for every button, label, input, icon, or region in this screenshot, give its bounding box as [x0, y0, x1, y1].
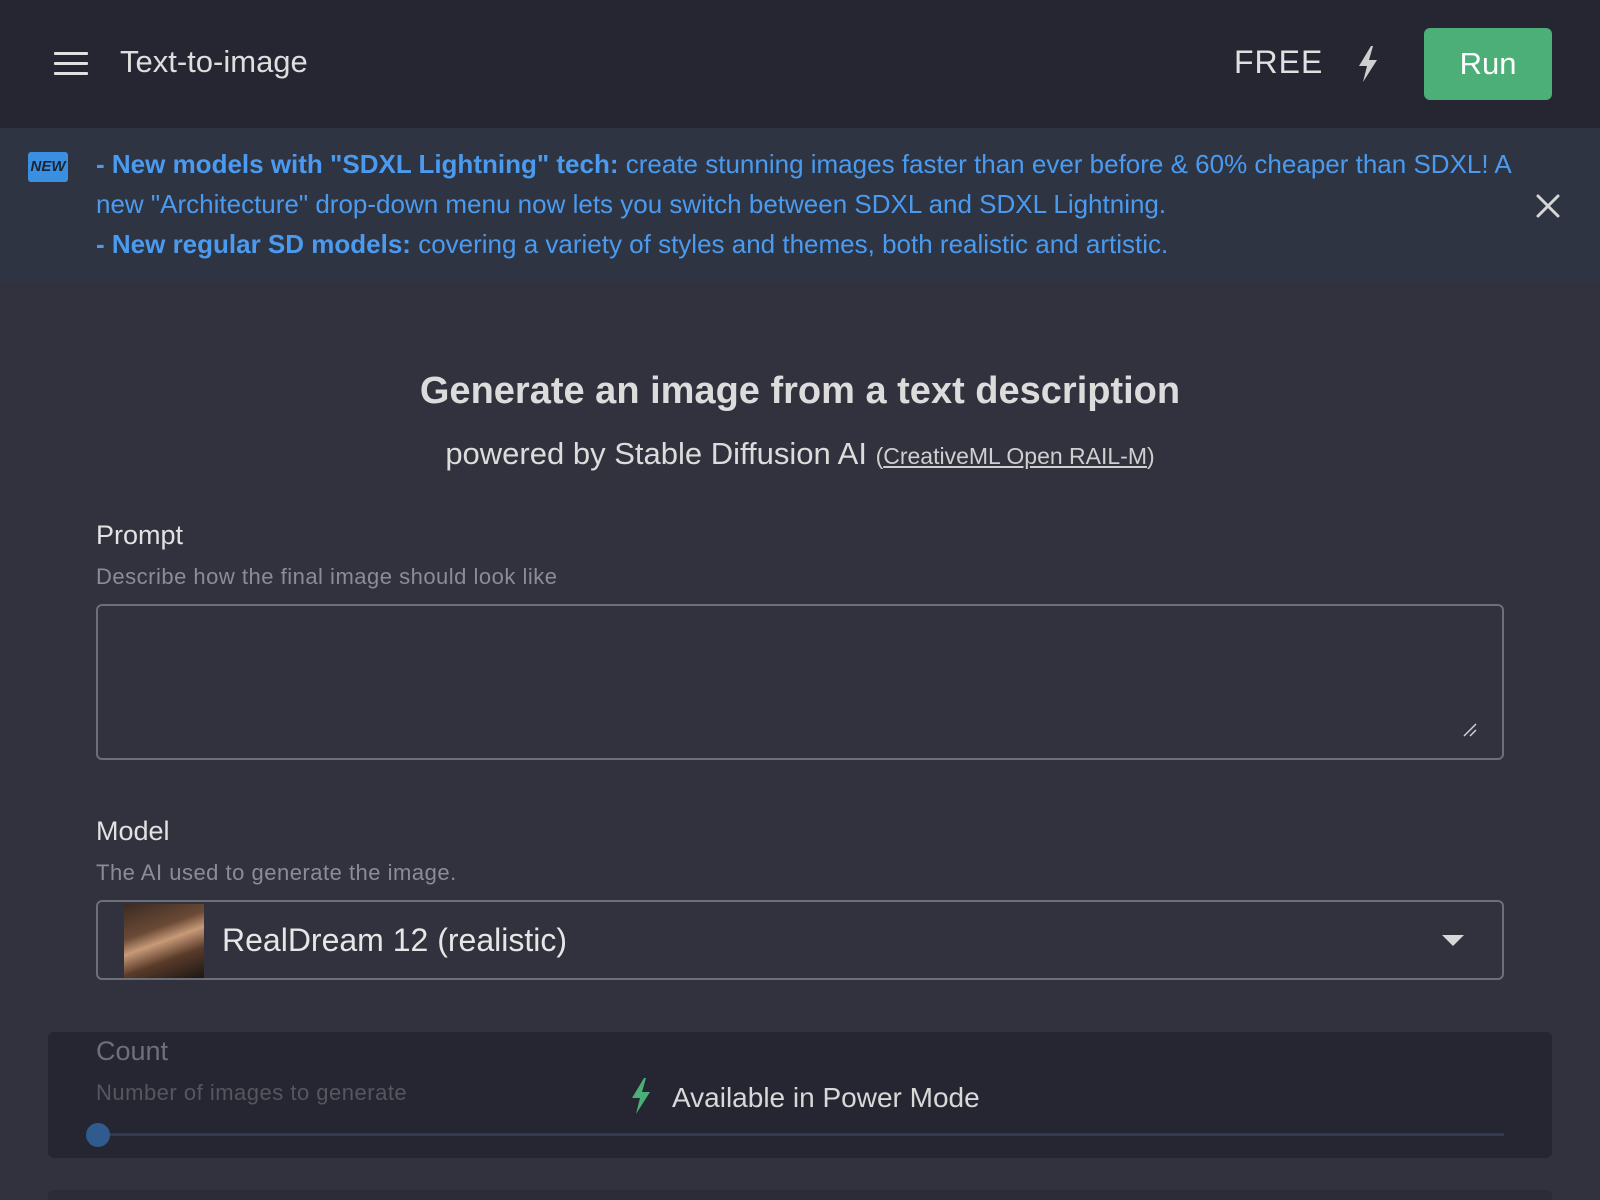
- subtitle-text: powered by Stable Diffusion AI: [445, 436, 867, 471]
- lightning-bolt-icon[interactable]: [1354, 44, 1382, 84]
- prompt-help: Describe how the final image should look…: [96, 564, 558, 589]
- announcement-line1-bold: - New models with "SDXL Lightning" tech:: [96, 149, 619, 179]
- license-close-paren: ): [1147, 443, 1155, 469]
- announcement-text: - New models with "SDXL Lightning" tech:…: [96, 144, 1516, 264]
- model-label: Model: [96, 816, 170, 846]
- license-link[interactable]: CreativeML Open RAIL-M: [883, 443, 1147, 469]
- close-icon[interactable]: [1532, 190, 1564, 222]
- power-mode-text: Available in Power Mode: [672, 1082, 980, 1113]
- power-bolt-icon: [628, 1076, 654, 1116]
- top-bar: Text-to-image FREE Run: [0, 0, 1600, 128]
- prompt-input[interactable]: [96, 604, 1504, 760]
- prompt-label: Prompt: [96, 520, 184, 550]
- app-title: Text-to-image: [120, 44, 308, 79]
- next-section-edge: [48, 1190, 1552, 1200]
- count-slider-handle[interactable]: [86, 1123, 110, 1147]
- new-badge: NEW: [28, 152, 68, 182]
- model-select[interactable]: RealDream 12 (realistic): [96, 900, 1504, 980]
- count-help: Number of images to generate: [96, 1080, 408, 1105]
- license-note: (CreativeML Open RAIL-M): [876, 443, 1155, 469]
- count-slider-track: [96, 1133, 1504, 1136]
- plan-label: FREE: [1234, 44, 1324, 80]
- count-label: Count: [96, 1036, 169, 1066]
- model-help: The AI used to generate the image.: [96, 860, 457, 885]
- model-selected-value: RealDream 12 (realistic): [222, 922, 567, 958]
- page-title: Generate an image from a text descriptio…: [419, 370, 1181, 412]
- model-thumbnail: [124, 904, 204, 978]
- resize-handle-icon[interactable]: [1460, 720, 1478, 738]
- hamburger-menu-icon[interactable]: [52, 50, 90, 78]
- chevron-down-icon: [1442, 935, 1464, 946]
- run-button[interactable]: Run: [1424, 28, 1552, 100]
- page-subtitle: powered by Stable Diffusion AI (Creative…: [0, 436, 1600, 472]
- announcement-line2-text: covering a variety of styles and themes,…: [410, 229, 1169, 259]
- count-panel: Count Number of images to generate Avail…: [48, 1032, 1552, 1158]
- announcement-line2-bold: - New regular SD models:: [96, 229, 411, 259]
